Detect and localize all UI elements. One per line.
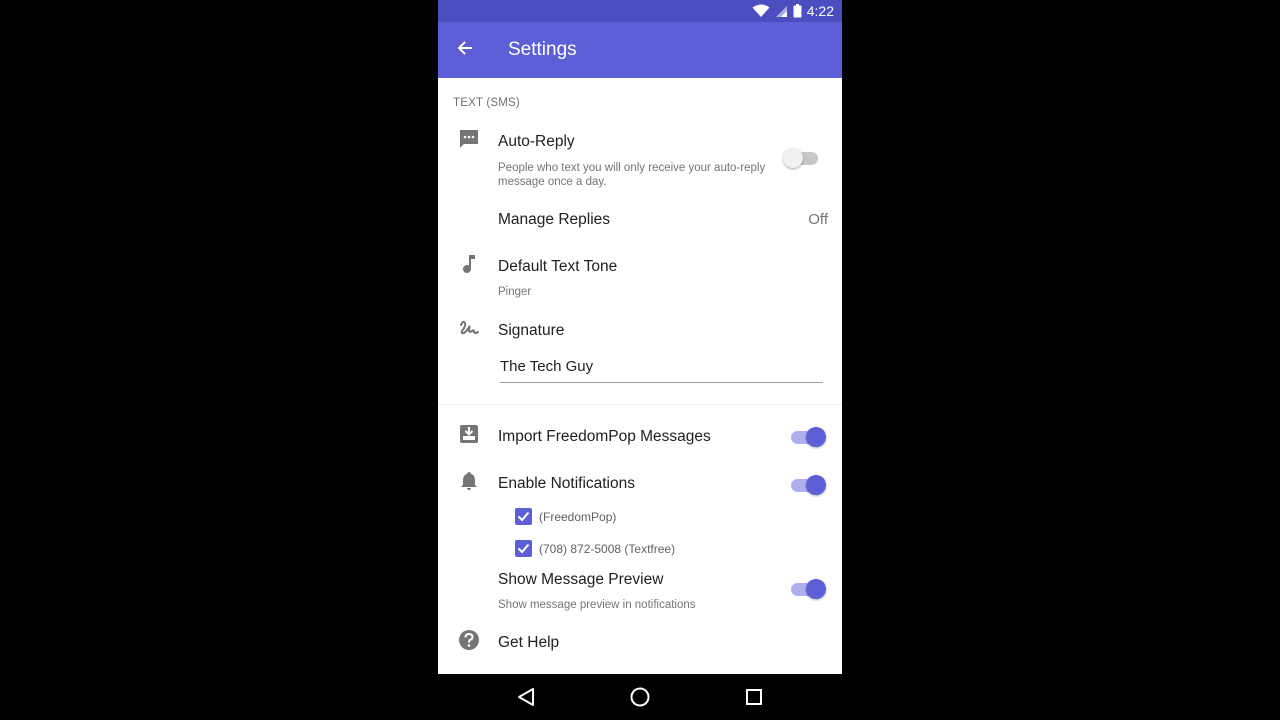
textfree-account-label: (708) 872-5008 (Textfree) [539,542,676,556]
toggle-thumb [806,427,826,447]
notifications-label: Enable Notifications [498,475,635,492]
page-title: Settings [508,39,577,60]
nav-home-button[interactable] [628,685,652,709]
settings-list: TEXT (SMS) Auto-Reply People who text yo… [438,78,842,674]
bell-icon [457,469,481,493]
back-button[interactable] [438,22,492,78]
freedompop-account-label: (FreedomPop) [539,510,617,524]
battery-icon [793,4,802,18]
nav-back-button[interactable] [514,685,538,709]
app-bar: Settings [438,22,842,78]
status-bar: 4:22 [438,0,842,22]
freedompop-checkbox[interactable] [515,508,532,525]
toggle-thumb [806,475,826,495]
message-preview-description: Show message preview in notifications [498,599,696,611]
help-icon [457,628,481,652]
auto-reply-toggle[interactable] [783,147,821,169]
manage-replies-value: Off [808,211,828,228]
signal-icon [775,5,788,18]
checkbox-icon [517,511,530,522]
message-icon [457,127,481,151]
divider [438,404,842,405]
text-tone-label[interactable]: Default Text Tone [498,258,617,276]
signature-icon [457,316,481,340]
phone-screen: 4:22 Settings TEXT (SMS) Auto-Reply Peop… [438,0,842,720]
get-help-label[interactable]: Get Help [498,634,559,652]
toggle-thumb [806,579,826,599]
nav-back-icon [518,688,534,706]
manage-replies-label[interactable]: Manage Replies [498,211,610,229]
signature-value: The Tech Guy [500,358,594,375]
auto-reply-label: Auto-Reply [498,133,575,150]
nav-recents-icon [746,689,762,705]
nav-recents-button[interactable] [742,685,766,709]
import-messages-label: Import FreedomPop Messages [498,428,711,445]
back-arrow-icon [457,40,473,61]
message-preview-toggle[interactable] [788,578,826,600]
navigation-bar [438,674,842,720]
import-icon [457,422,481,446]
section-header: TEXT (SMS) [453,97,520,109]
signature-field[interactable]: The Tech Guy [500,358,823,383]
notifications-toggle[interactable] [788,474,826,496]
nav-home-icon [630,687,650,707]
checkbox-icon [517,543,530,554]
toggle-thumb [783,148,803,168]
wifi-icon [752,4,770,18]
auto-reply-description-line2: message once a day. [498,176,607,188]
status-time: 4:22 [806,3,834,19]
auto-reply-description-line1: People who text you will only receive yo… [498,162,766,174]
text-tone-value: Pinger [498,286,532,298]
textfree-checkbox[interactable] [515,540,532,557]
signature-label: Signature [498,322,565,339]
message-preview-label: Show Message Preview [498,571,664,588]
import-messages-toggle[interactable] [788,426,826,448]
music-note-icon [457,252,481,276]
